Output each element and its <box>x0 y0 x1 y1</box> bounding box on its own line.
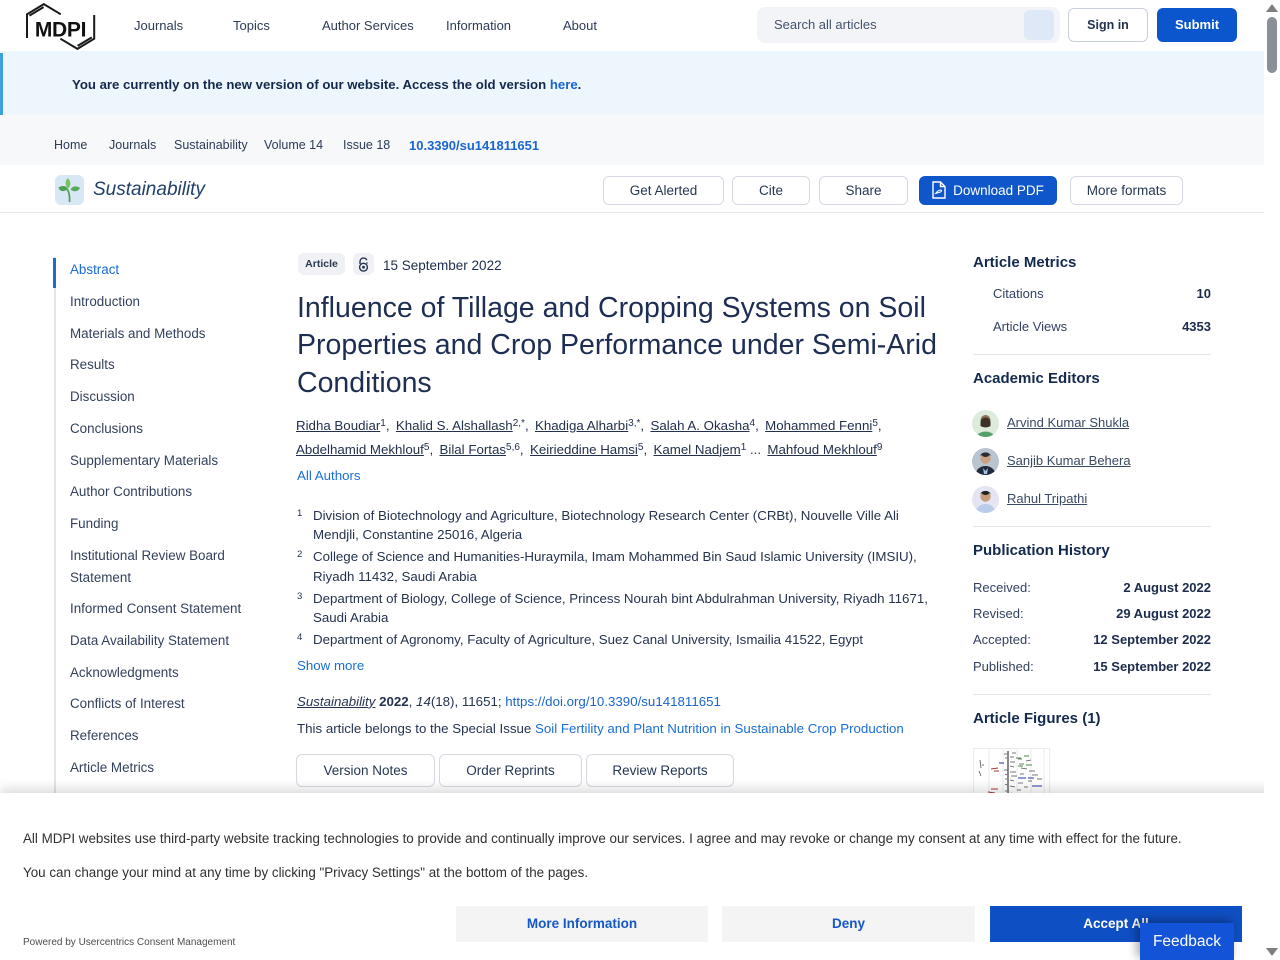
svg-text:MDPI: MDPI <box>35 19 86 42</box>
